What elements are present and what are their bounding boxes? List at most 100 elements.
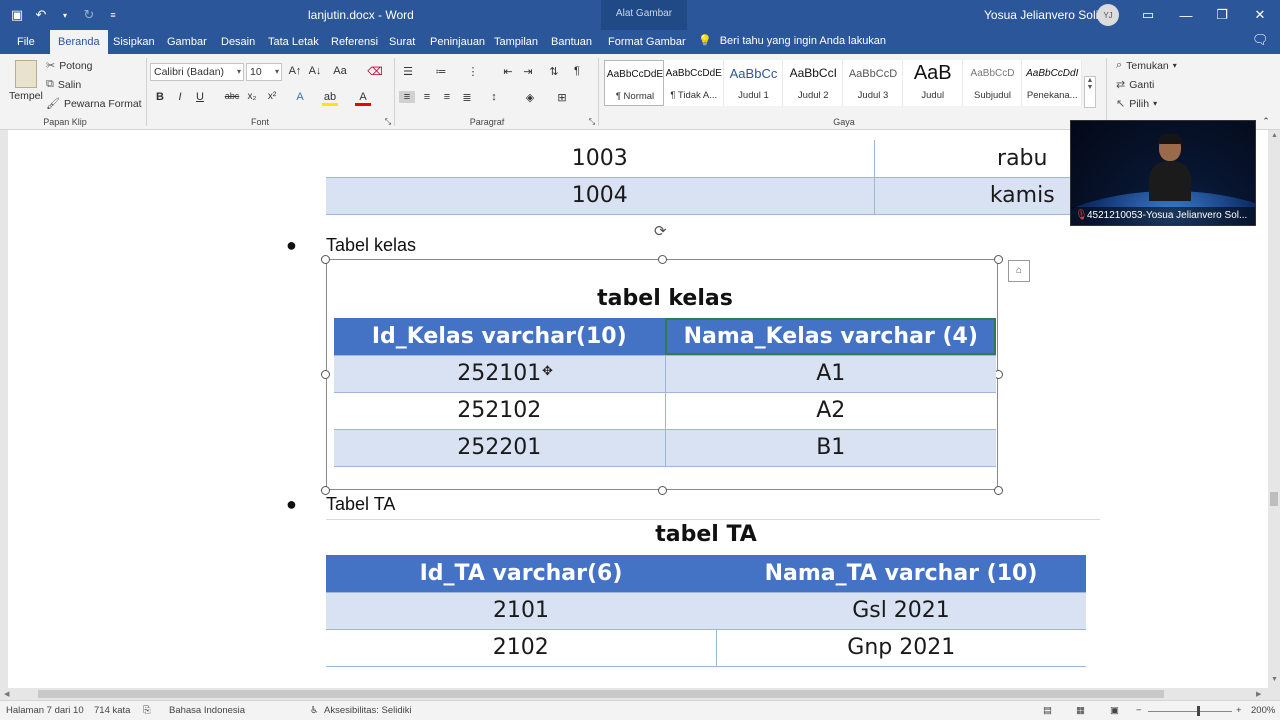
- redo-icon[interactable]: ↻: [80, 6, 98, 24]
- restore-icon[interactable]: ❐: [1212, 5, 1232, 25]
- undo-dropdown-icon[interactable]: ▾: [56, 6, 74, 24]
- line-spacing-icon[interactable]: ↕: [486, 91, 502, 103]
- font-color-icon[interactable]: A: [355, 91, 371, 106]
- zoom-slider[interactable]: [1148, 711, 1232, 712]
- decrease-indent-icon[interactable]: ⇤: [500, 65, 516, 78]
- bullet-tabel-ta[interactable]: ● Tabel TA: [286, 494, 395, 515]
- accessibility-icon[interactable]: ♿: [310, 705, 319, 716]
- tab-referensi[interactable]: Referensi: [323, 30, 386, 54]
- tell-me-search[interactable]: 💡 Beri tahu yang ingin Anda lakukan: [698, 34, 886, 48]
- table-cell[interactable]: 2101: [326, 592, 716, 630]
- cut-button[interactable]: ✂ Potong: [46, 59, 93, 73]
- ribbon-display-options-icon[interactable]: ▭: [1138, 5, 1158, 25]
- tab-peninjauan[interactable]: Peninjauan: [422, 30, 493, 54]
- customize-qat-icon[interactable]: ≡: [104, 6, 122, 24]
- vertical-scrollbar[interactable]: ▲ ▼: [1268, 130, 1280, 688]
- style-heading-1[interactable]: AaBbCc Judul 1: [723, 60, 784, 106]
- minimize-icon[interactable]: —: [1176, 5, 1196, 25]
- bullets-icon[interactable]: ☰: [400, 65, 416, 78]
- tab-gambar[interactable]: Gambar: [159, 30, 215, 54]
- scroll-thumb[interactable]: [38, 690, 1164, 698]
- align-center-icon[interactable]: ≡: [419, 91, 435, 103]
- horizontal-scrollbar[interactable]: ◀ ▶: [0, 688, 1268, 700]
- video-call-overlay[interactable]: 4521210053-Yosua Jelianvero Sol... 🎙: [1070, 120, 1256, 226]
- superscript-icon[interactable]: x²: [264, 91, 280, 102]
- style-no-spacing[interactable]: AaBbCcDdE ¶ Tidak A...: [663, 60, 724, 106]
- avatar[interactable]: YJ: [1097, 4, 1119, 26]
- scroll-down-icon[interactable]: ▼: [1271, 676, 1278, 683]
- justify-icon[interactable]: ≣: [459, 91, 475, 104]
- bold-icon[interactable]: B: [152, 91, 168, 103]
- zoom-slider-thumb[interactable]: [1197, 706, 1200, 716]
- save-icon[interactable]: ▣: [8, 6, 26, 24]
- bullet-tabel-kelas[interactable]: ● Tabel kelas: [286, 235, 416, 256]
- paste-button[interactable]: Tempel: [9, 60, 43, 102]
- accessibility-status[interactable]: Aksesibilitas: Selidiki: [324, 705, 412, 716]
- word-count[interactable]: 714 kata: [94, 705, 130, 716]
- tab-sisipkan[interactable]: Sisipkan: [105, 30, 163, 54]
- table-cell[interactable]: Gsl 2021: [716, 592, 1086, 630]
- layout-options-icon[interactable]: ⌂: [1008, 260, 1030, 282]
- styles-more-button[interactable]: ▲ ▼: [1084, 76, 1096, 108]
- table-cell[interactable]: 1003: [326, 140, 875, 178]
- sort-icon[interactable]: ⇅: [546, 65, 562, 78]
- table-cell[interactable]: Gnp 2021: [716, 629, 1086, 667]
- tab-bantuan[interactable]: Bantuan: [543, 30, 600, 54]
- collapse-ribbon-icon[interactable]: ⌃: [1258, 116, 1274, 127]
- select-button[interactable]: ↖ Pilih ▾: [1116, 97, 1157, 111]
- show-formatting-icon[interactable]: ¶: [569, 65, 585, 77]
- resize-handle[interactable]: [994, 486, 1003, 495]
- align-right-icon[interactable]: ≡: [439, 91, 455, 103]
- read-mode-icon[interactable]: ▤: [1043, 705, 1052, 716]
- font-name-select[interactable]: Calibri (Badan) ▾: [150, 63, 244, 81]
- tab-surat[interactable]: Surat: [381, 30, 423, 54]
- subscript-icon[interactable]: x₂: [244, 91, 260, 102]
- italic-icon[interactable]: I: [172, 91, 188, 103]
- rotate-handle-icon[interactable]: ⟳: [654, 222, 667, 240]
- borders-icon[interactable]: ⊞: [554, 91, 570, 104]
- tab-tampilan[interactable]: Tampilan: [486, 30, 546, 54]
- replace-button[interactable]: ⇄ Ganti: [1116, 78, 1154, 92]
- resize-handle[interactable]: [321, 370, 330, 379]
- find-button[interactable]: ⌕ Temukan ▾: [1116, 59, 1177, 72]
- tab-format-gambar[interactable]: Format Gambar: [600, 30, 694, 54]
- tab-desain[interactable]: Desain: [213, 30, 263, 54]
- comments-icon[interactable]: 🗨: [1252, 32, 1270, 50]
- style-emphasis[interactable]: AaBbCcDdI Penekana...: [1022, 60, 1082, 106]
- clear-formatting-icon[interactable]: ⌫: [367, 65, 383, 78]
- scroll-right-icon[interactable]: ▶: [1256, 690, 1261, 698]
- style-normal[interactable]: AaBbCcDdE ¶ Normal: [604, 60, 664, 106]
- shrink-font-icon[interactable]: A↓: [307, 65, 323, 77]
- tab-tata-letak[interactable]: Tata Letak: [260, 30, 327, 54]
- format-painter-button[interactable]: 🖌 Pewarna Format: [46, 97, 142, 111]
- table-cell[interactable]: 1004: [326, 177, 875, 215]
- language-status[interactable]: Bahasa Indonesia: [169, 705, 245, 716]
- copy-button[interactable]: ⧉ Salin: [46, 78, 81, 91]
- grow-font-icon[interactable]: A↑: [287, 65, 303, 77]
- scroll-up-icon[interactable]: ▲: [1271, 132, 1278, 139]
- proofing-icon[interactable]: ⎘: [143, 705, 151, 716]
- style-heading-3[interactable]: AaBbCcD Judul 3: [843, 60, 903, 106]
- table-header-cell[interactable]: Nama_TA varchar (10): [716, 555, 1086, 593]
- highlight-icon[interactable]: ab: [322, 91, 338, 106]
- resize-handle[interactable]: [321, 255, 330, 264]
- tab-file[interactable]: File: [9, 30, 43, 54]
- font-size-select[interactable]: 10 ▾: [246, 63, 282, 81]
- undo-icon[interactable]: ↶: [32, 6, 50, 24]
- page-count[interactable]: Halaman 7 dari 10: [6, 705, 84, 716]
- style-title[interactable]: AaB Judul: [902, 60, 963, 106]
- increase-indent-icon[interactable]: ⇥: [520, 65, 536, 78]
- scroll-thumb[interactable]: [1270, 492, 1278, 506]
- resize-handle[interactable]: [994, 255, 1003, 264]
- resize-handle[interactable]: [658, 486, 667, 495]
- align-left-icon[interactable]: ≡: [399, 91, 415, 103]
- print-layout-icon[interactable]: ▦: [1076, 705, 1085, 716]
- tab-beranda[interactable]: Beranda: [50, 30, 108, 54]
- style-heading-2[interactable]: AaBbCcI Judul 2: [783, 60, 843, 106]
- text-effects-icon[interactable]: A: [292, 91, 308, 103]
- multilevel-list-icon[interactable]: ⋮: [465, 65, 481, 78]
- resize-handle[interactable]: [658, 255, 667, 264]
- web-layout-icon[interactable]: ▣: [1110, 705, 1119, 716]
- zoom-in-icon[interactable]: +: [1236, 705, 1242, 716]
- numbering-icon[interactable]: ≔: [433, 65, 449, 78]
